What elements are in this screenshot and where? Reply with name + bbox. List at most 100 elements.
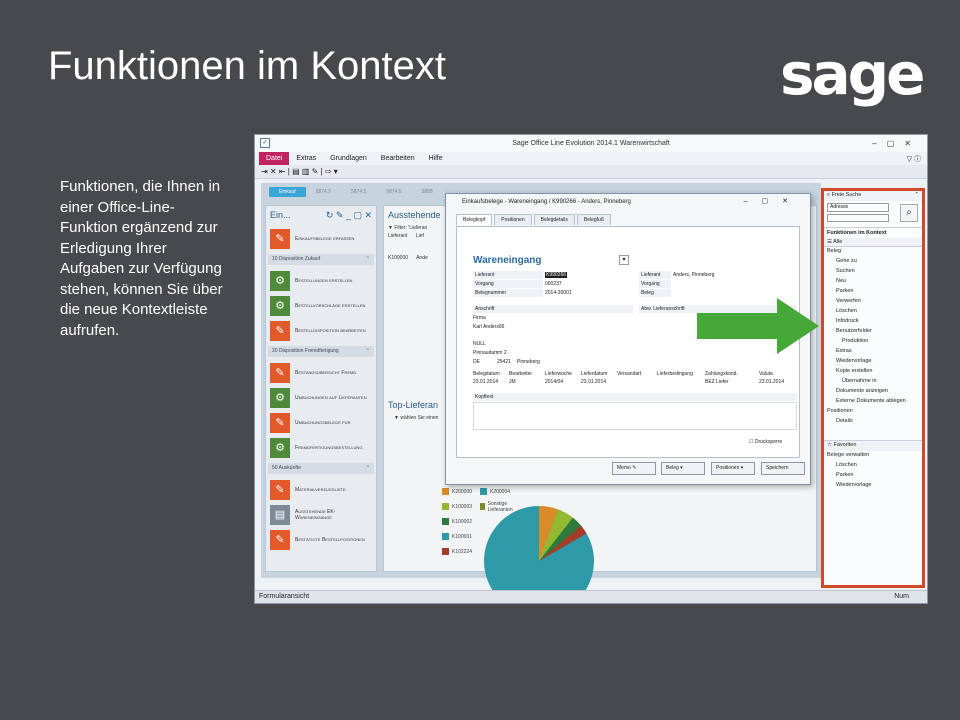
address-firma[interactable]: Firma xyxy=(473,314,486,322)
tab-belegkopf[interactable]: Belegkopf xyxy=(456,214,493,225)
context-item[interactable]: Suchen xyxy=(824,267,922,277)
address-city[interactable]: Pinneberg xyxy=(517,358,540,366)
column-header: Lieferbedingung xyxy=(657,371,693,377)
column-value[interactable]: JM xyxy=(509,379,516,385)
group-header-fremdfertigung[interactable]: 20 Disposition Fremdfertigung ⌃ xyxy=(268,346,374,357)
lieferant-field[interactable]: Lieferant000237K990266 xyxy=(473,271,568,279)
column-header: Zahlungskond. xyxy=(705,371,738,377)
context-item[interactable]: Positionen xyxy=(824,407,922,417)
favorite-item[interactable]: Wiedervorlage xyxy=(824,481,922,491)
toolbar-icons[interactable]: ⇥ ✕ ⇤ | ▤ ▥ ✎ | ⇨ ▾ xyxy=(261,167,338,176)
column-header: Belegdatum xyxy=(473,371,500,377)
context-item[interactable]: Details xyxy=(824,417,922,424)
tab-5[interactable]: 5888 xyxy=(412,187,443,197)
context-item[interactable]: Kopie erstellen xyxy=(824,367,922,377)
context-item[interactable]: Parken xyxy=(824,287,922,297)
menu-extras[interactable]: Extras xyxy=(289,155,323,162)
gear-icon: ⚙ xyxy=(270,437,290,458)
group-header-zukauf[interactable]: 10 Disposition Zukauf ⌃ xyxy=(268,254,374,265)
tab-3[interactable]: 5874.5 xyxy=(341,187,376,197)
context-item[interactable]: Dokumente anzeigen xyxy=(824,387,922,397)
column-value[interactable]: 23.01.2014 xyxy=(473,379,498,385)
address-zip[interactable]: 25421 xyxy=(497,358,511,366)
kopftext-input[interactable] xyxy=(473,402,797,430)
column-header: Valuta xyxy=(759,371,773,377)
context-item[interactable]: Produktion xyxy=(824,337,922,347)
tile-einkaufsbelege[interactable]: ✎ Einkaufsbelege erfassen xyxy=(266,226,376,251)
legend-label: K100002 xyxy=(452,518,473,525)
context-item[interactable]: Externe Dokumente ablegen xyxy=(824,397,922,407)
search-input[interactable] xyxy=(827,214,889,222)
beleg-button[interactable]: Beleg ▾ xyxy=(661,462,705,475)
tile-materialverzug[interactable]: ✎ Materialverzugsliste xyxy=(266,477,376,502)
column-header: Versandart xyxy=(617,371,642,377)
group-header-auskuenfte[interactable]: 50 Auskünfte ⌃ xyxy=(268,463,374,474)
help-icon[interactable]: ▽ ⓘ xyxy=(900,154,927,164)
top-lieferanten-filter[interactable]: ▼ wählen Sie einen xyxy=(390,414,442,422)
r-vorgang-field: Vorgang xyxy=(639,280,671,288)
context-item[interactable]: Extras xyxy=(824,347,922,357)
tab-2[interactable]: 5874.5 xyxy=(306,187,341,197)
tile-bestellungen[interactable]: ⚙ Bestellungen erstellen xyxy=(266,268,376,293)
tab-einkauf[interactable]: Einkauf xyxy=(269,187,306,197)
context-item[interactable]: Beleg xyxy=(824,247,922,257)
document-type-dropdown[interactable]: ▾ xyxy=(619,255,629,265)
menu-hilfe[interactable]: Hilfe xyxy=(422,155,450,162)
drucksperre-checkbox[interactable]: ☐ Drucksperre xyxy=(749,438,782,446)
address-street[interactable]: Pinnaudamm 2 xyxy=(473,349,507,357)
context-item[interactable]: Wiedervorlage xyxy=(824,357,922,367)
tile-bestandsuebersicht[interactable]: ✎ Bestandsübersicht Fremd xyxy=(266,360,376,385)
column-value[interactable]: 23.01.2014 xyxy=(759,379,784,385)
legend-item: K100001 xyxy=(442,533,480,540)
search-type-select[interactable]: Adresse xyxy=(827,203,889,212)
column-value[interactable]: 2014/04 xyxy=(545,379,563,385)
tile-ausstehende[interactable]: ▤ Ausstehende EK-Wareneingänge xyxy=(266,502,376,527)
favorite-item[interactable]: Löschen xyxy=(824,461,922,471)
menu-datei[interactable]: Datei xyxy=(259,152,290,165)
collapse-icon[interactable]: ⌃ xyxy=(366,465,370,472)
collapse-icon[interactable]: ⌃ xyxy=(366,256,370,263)
menu-bearbeiten[interactable]: Bearbeiten xyxy=(374,155,422,162)
tile-bestelldisposition[interactable]: ✎ Bestelldisposition bearbeiten xyxy=(266,318,376,343)
context-item[interactable]: Verwerfen xyxy=(824,297,922,307)
pencil-icon: ✎ xyxy=(270,320,290,341)
tab-positionen[interactable]: Positionen xyxy=(494,214,532,225)
context-item[interactable]: Infodruck xyxy=(824,317,922,327)
menu-grundlagen[interactable]: Grundlagen xyxy=(323,155,374,162)
tile-umbuchungsbelege[interactable]: ✎ Umbuchungsbelege für xyxy=(266,410,376,435)
context-item[interactable]: Löschen xyxy=(824,307,922,317)
tab-belegfuss[interactable]: Belegfuß xyxy=(576,214,611,225)
context-item[interactable]: Übernahme in xyxy=(824,377,922,387)
collapse-icon[interactable]: ⌃ xyxy=(366,348,370,355)
address-null[interactable]: NULL xyxy=(473,340,486,348)
tile-bestellvorschlaege[interactable]: ⚙ Bestellvorschläge erstellen xyxy=(266,293,376,318)
context-item[interactable]: Neu xyxy=(824,277,922,287)
favorite-item[interactable]: Belege verwalten xyxy=(824,451,922,461)
favorite-item[interactable]: Parken xyxy=(824,471,922,481)
positionen-button[interactable]: Positionen ▾ xyxy=(711,462,755,475)
tab-4[interactable]: 5874.5 xyxy=(376,187,411,197)
address-country[interactable]: DE xyxy=(473,358,480,366)
window-controls[interactable]: –▢✕ xyxy=(872,135,921,152)
column-value[interactable]: BEZ Liefer xyxy=(705,379,729,385)
context-item[interactable]: Benutzerfelder xyxy=(824,327,922,337)
belegnummer-field[interactable]: Belegnummer 2014-30001 xyxy=(473,289,572,297)
vorgang-field[interactable]: Vorgang 000237 xyxy=(473,280,562,288)
tab-belegdetails[interactable]: Belegdetails xyxy=(533,214,575,225)
collapse-icon[interactable]: ⌃ xyxy=(914,192,919,200)
context-filter-alle[interactable]: ☰ Alle xyxy=(824,238,922,246)
legend-item: K200004 xyxy=(480,488,518,495)
legend-swatch xyxy=(442,548,449,555)
speichern-button[interactable]: Speichern xyxy=(761,462,805,475)
tile-umbuchungen[interactable]: ⚙ Umbuchungen auf Lieferanten xyxy=(266,385,376,410)
address-name[interactable]: Karl Anders66 xyxy=(473,323,504,331)
sage-logo: sage xyxy=(780,40,926,108)
memo-button[interactable]: Memo ✎ xyxy=(612,462,656,475)
search-icon[interactable]: ⌕ xyxy=(900,204,918,222)
context-item[interactable]: Gehe zu xyxy=(824,257,922,267)
dialog-window-controls[interactable]: –▢✕ xyxy=(744,194,802,210)
tile-fremdfertigung[interactable]: ⚙ Fremdfertigungsbestellung xyxy=(266,435,376,460)
tile-bestaetigte[interactable]: ✎ Bestätigte Bestellpositionen xyxy=(266,527,376,552)
column-value[interactable]: 23.01.2014 xyxy=(581,379,606,385)
panel-tools-icon[interactable]: ↻ ✎ _ ▢ ✕ xyxy=(326,210,372,222)
